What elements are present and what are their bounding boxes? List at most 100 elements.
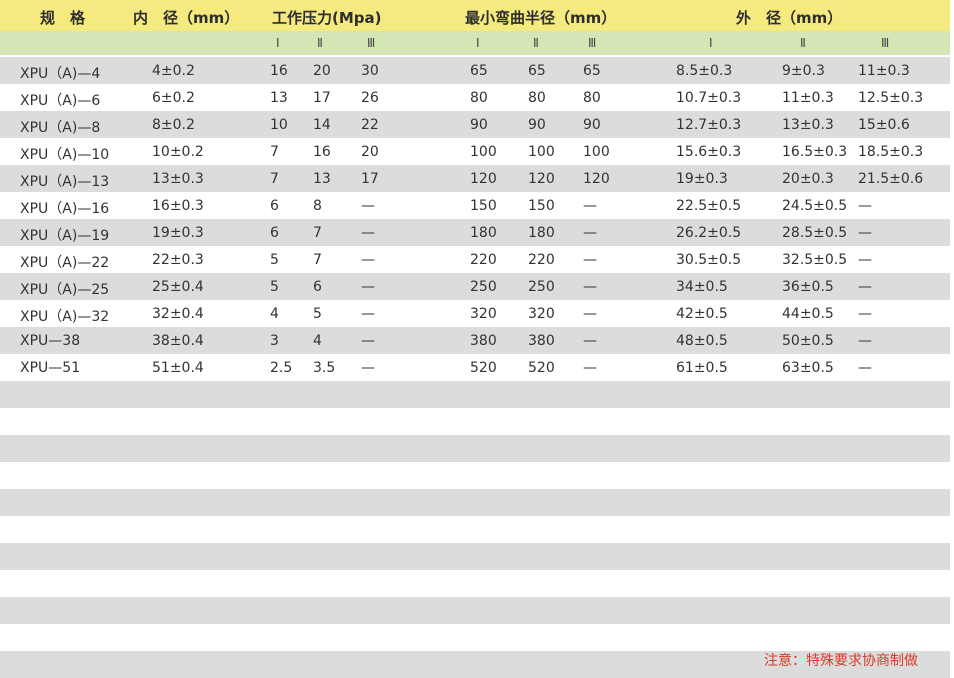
- cell-b2: 80: [528, 90, 546, 106]
- cell-spec: XPU（A)—32: [20, 309, 110, 325]
- cell-b3: 80: [583, 90, 601, 106]
- cell-b3: —: [583, 279, 597, 295]
- cell-o1: 34±0.5: [676, 279, 728, 295]
- cell-inner: 16±0.3: [152, 198, 204, 214]
- cell-b2: 120: [528, 171, 555, 187]
- cell-p3: 20: [361, 144, 379, 160]
- cell-p2: 16: [313, 144, 331, 160]
- note-text: 注意：特殊要求协商制做: [764, 653, 918, 669]
- cell-o2: 11±0.3: [782, 90, 834, 106]
- cell-o3: —: [858, 225, 872, 241]
- cell-p1: 13: [270, 90, 288, 106]
- cell-p1: 6: [270, 198, 279, 214]
- table-row: XPU（A)—19 19±0.3 6 7 — 180 180 — 26.2±0.5 28.5±0.…: [0, 219, 950, 246]
- cell-o3: —: [858, 360, 872, 376]
- cell-o2: 20±0.3: [782, 171, 834, 187]
- subheader-bend-3: Ⅲ: [588, 36, 597, 50]
- cell-spec: XPU（A)—25: [20, 282, 110, 298]
- cell-p3: 22: [361, 117, 379, 133]
- cell-o3: 18.5±0.3: [858, 144, 924, 160]
- cell-p2: 20: [313, 63, 331, 79]
- cell-inner: 32±0.4: [152, 306, 204, 322]
- cell-b3: 100: [583, 144, 610, 160]
- cell-inner: 6±0.2: [152, 90, 195, 106]
- cell-p2: 7: [313, 225, 322, 241]
- table-row: XPU—51 51±0.4 2.5 3.5 — 520 520 — 61±0.5 63±0.5 —: [0, 354, 950, 381]
- cell-o3: 12.5±0.3: [858, 90, 924, 106]
- table-row: XPU（A)—4 4±0.2 16 20 30 65 65 65 8.5±0.3 9±0.3 11±…: [0, 57, 950, 84]
- cell-o1: 48±0.5: [676, 333, 728, 349]
- empty-row: [0, 597, 950, 624]
- cell-b1: 250: [470, 279, 497, 295]
- cell-o1: 61±0.5: [676, 360, 728, 376]
- cell-o3: 11±0.3: [858, 63, 910, 79]
- cell-spec: XPU（A)—8: [20, 120, 101, 136]
- cell-b1: 180: [470, 225, 497, 241]
- cell-o1: 42±0.5: [676, 306, 728, 322]
- cell-inner: 51±0.4: [152, 360, 204, 376]
- empty-row: [0, 516, 950, 543]
- header-outer-diameter: 外 径（mm）: [736, 9, 843, 27]
- cell-o1: 19±0.3: [676, 171, 728, 187]
- cell-spec: XPU（A)—19: [20, 228, 110, 244]
- cell-b1: 100: [470, 144, 497, 160]
- cell-b3: 120: [583, 171, 610, 187]
- cell-b2: 180: [528, 225, 555, 241]
- empty-row: [0, 408, 950, 435]
- subheader-pressure-1: Ⅰ: [276, 36, 280, 50]
- cell-b2: 320: [528, 306, 555, 322]
- cell-inner: 19±0.3: [152, 225, 204, 241]
- cell-inner: 22±0.3: [152, 252, 204, 268]
- empty-row: [0, 462, 950, 489]
- cell-o3: 21.5±0.6: [858, 171, 924, 187]
- cell-p3: 17: [361, 171, 379, 187]
- cell-p1: 10: [270, 117, 288, 133]
- cell-b1: 220: [470, 252, 497, 268]
- empty-row: [0, 489, 950, 516]
- cell-b3: 90: [583, 117, 601, 133]
- cell-p3: —: [361, 225, 375, 241]
- cell-p3: —: [361, 198, 375, 214]
- cell-p2: 3.5: [313, 360, 336, 376]
- cell-p2: 6: [313, 279, 322, 295]
- cell-o3: —: [858, 252, 872, 268]
- subheader-pressure-2: Ⅱ: [317, 36, 323, 50]
- header-working-pressure: 工作压力(Mpa): [272, 9, 382, 27]
- cell-p3: —: [361, 333, 375, 349]
- cell-p1: 4: [270, 306, 279, 322]
- cell-o2: 16.5±0.3: [782, 144, 848, 160]
- cell-p2: 7: [313, 252, 322, 268]
- table-row: XPU（A)—25 25±0.4 5 6 — 250 250 — 34±0.5 36±0.5 —: [0, 273, 950, 300]
- cell-p3: 26: [361, 90, 379, 106]
- cell-o2: 9±0.3: [782, 63, 825, 79]
- cell-b2: 380: [528, 333, 555, 349]
- cell-b2: 520: [528, 360, 555, 376]
- cell-spec: XPU（A)—13: [20, 174, 110, 190]
- subheader-outer-2: Ⅱ: [800, 36, 806, 50]
- cell-b1: 320: [470, 306, 497, 322]
- empty-row: [0, 543, 950, 570]
- cell-o1: 12.7±0.3: [676, 117, 742, 133]
- cell-p3: —: [361, 252, 375, 268]
- cell-o1: 22.5±0.5: [676, 198, 742, 214]
- cell-o3: —: [858, 306, 872, 322]
- cell-b1: 380: [470, 333, 497, 349]
- cell-b2: 90: [528, 117, 546, 133]
- cell-p3: 30: [361, 63, 379, 79]
- table-row: XPU（A)—32 32±0.4 4 5 — 320 320 — 42±0.5 44±0.5 —: [0, 300, 950, 327]
- cell-p1: 3: [270, 333, 279, 349]
- cell-b3: —: [583, 333, 597, 349]
- cell-p1: 16: [270, 63, 288, 79]
- cell-p3: —: [361, 306, 375, 322]
- table-row: XPU（A)—6 6±0.2 13 17 26 80 80 80 10.7±0.3 11±0.3 1…: [0, 84, 950, 111]
- cell-o2: 32.5±0.5: [782, 252, 848, 268]
- cell-o2: 28.5±0.5: [782, 225, 848, 241]
- cell-o2: 36±0.5: [782, 279, 834, 295]
- cell-o3: 15±0.6: [858, 117, 910, 133]
- cell-p2: 4: [313, 333, 322, 349]
- cell-p1: 6: [270, 225, 279, 241]
- empty-row: [0, 624, 950, 651]
- table-subheader: Ⅰ Ⅱ Ⅲ Ⅰ Ⅱ Ⅲ Ⅰ Ⅱ Ⅲ: [0, 31, 950, 55]
- cell-inner: 8±0.2: [152, 117, 195, 133]
- cell-o3: —: [858, 198, 872, 214]
